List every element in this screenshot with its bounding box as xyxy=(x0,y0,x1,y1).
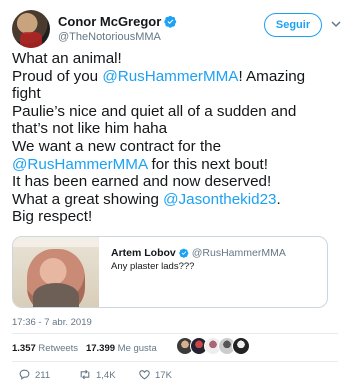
verified-badge-icon xyxy=(164,15,177,28)
tweet-text-segment: Big respect! xyxy=(12,208,93,226)
retweet-icon xyxy=(80,369,90,380)
author-handle[interactable]: @TheNotoriousMMA xyxy=(58,31,161,43)
tweet-body: What an animal! Proud of you @RusHammerMM… xyxy=(12,50,342,226)
tweet-text-line: fight xyxy=(12,85,342,103)
tweet-stats: 1.357 Retweets 17.399 Me gusta xyxy=(12,343,157,354)
retweet-button[interactable]: 1,4K xyxy=(78,368,116,381)
author-avatar[interactable] xyxy=(12,10,50,48)
photo-frame xyxy=(13,237,99,247)
retweets-label: Retweets xyxy=(38,343,79,354)
tweet-text-segment: Paulie’s nice and quiet all of a sudden … xyxy=(12,102,297,120)
tweet-text-line: that’s not like him haha xyxy=(12,120,342,138)
tweet-text-segment: for this next bout! xyxy=(147,155,268,173)
quoted-tweet-photo[interactable] xyxy=(13,237,99,307)
tweet-text-line: @RusHammerMMA for this next bout! xyxy=(12,156,342,174)
divider xyxy=(12,361,338,362)
follow-button[interactable]: Seguir xyxy=(264,13,322,37)
divider xyxy=(12,333,338,334)
reply-count: 211 xyxy=(35,370,51,381)
reply-button[interactable]: 211 xyxy=(18,368,50,381)
tweet-text-segment: fight xyxy=(12,85,41,103)
like-button[interactable]: 17K xyxy=(138,368,172,381)
reply-icon xyxy=(19,369,30,380)
tweet-text-line: Big respect! xyxy=(12,208,342,226)
tweet-text-line: It has been earned and now deserved! xyxy=(12,173,342,191)
likes-stat[interactable]: 17.399 Me gusta xyxy=(86,343,157,354)
tweet-header: Conor McGregor @TheNotoriousMMA Seguir xyxy=(12,10,341,50)
tweet-text-segment: What a great showing xyxy=(12,190,164,208)
quoted-tweet-text: Any plaster lads??? xyxy=(111,261,195,272)
quoted-author-handle: @RusHammerMMA xyxy=(191,247,286,259)
retweet-count: 1,4K xyxy=(96,370,116,381)
mention-link[interactable]: @Jasonthekid23 xyxy=(163,191,276,208)
likes-label: Me gusta xyxy=(117,343,157,354)
photo-beard xyxy=(33,283,79,307)
tweet-text-line: What an animal! xyxy=(12,50,342,68)
like-count: 17K xyxy=(155,370,172,381)
tweet-text-segment: We want a new contract for the xyxy=(12,137,222,155)
author-name-row[interactable]: Conor McGregor xyxy=(58,14,177,29)
author-name[interactable]: Conor McGregor xyxy=(58,14,161,29)
tweet-text-line: We want a new contract for the xyxy=(12,138,342,156)
retweets-stat[interactable]: 1.357 Retweets xyxy=(12,343,78,354)
likes-count: 17.399 xyxy=(85,343,116,354)
heart-icon xyxy=(139,370,150,380)
quoted-tweet[interactable]: Artem Lobov @RusHammerMMA Any plaster lad… xyxy=(12,236,328,308)
tweet-text-segment: . xyxy=(276,190,281,208)
tweet-text-segment: that’s not like him haha xyxy=(12,120,168,138)
quoted-author-name: Artem Lobov xyxy=(111,247,176,259)
tweet-timestamp[interactable]: 17:36 - 7 abr. 2019 xyxy=(12,317,92,328)
retweets-count: 1.357 xyxy=(12,343,36,354)
tweet-text-segment: Proud of you xyxy=(12,67,103,85)
tweet-actions: 211 1,4K 17K xyxy=(12,366,338,384)
liker-avatar[interactable] xyxy=(232,337,250,355)
tweet-text-line: Paulie’s nice and quiet all of a sudden … xyxy=(12,103,342,121)
tweet-text-segment: ! Amazing xyxy=(238,67,306,85)
mention-link[interactable]: @RusHammerMMA xyxy=(102,68,238,85)
verified-badge-icon xyxy=(178,248,189,258)
tweet-text-line: What a great showing @Jasonthekid23. xyxy=(12,191,342,209)
chevron-down-icon[interactable] xyxy=(330,18,342,30)
tweet-text-segment: It has been earned and now deserved! xyxy=(12,173,272,191)
tweet-text-segment: What an animal! xyxy=(12,50,122,67)
quoted-author-row: Artem Lobov @RusHammerMMA xyxy=(111,247,286,259)
tweet-text-line: Proud of you @RusHammerMMA! Amazing xyxy=(12,68,342,86)
mention-link[interactable]: @RusHammerMMA xyxy=(12,156,147,173)
